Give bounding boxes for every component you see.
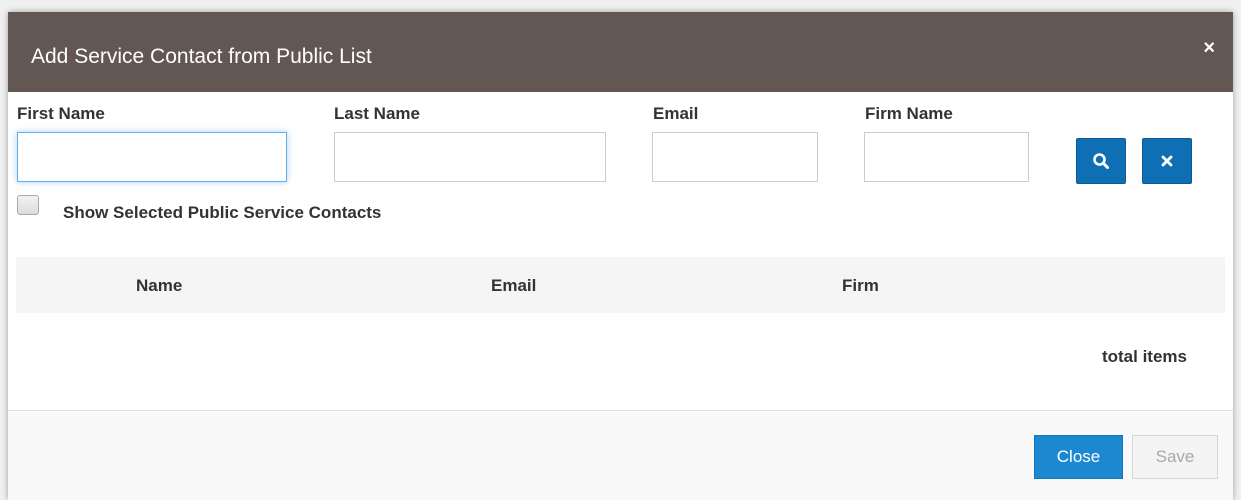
times-icon — [1161, 155, 1173, 167]
add-service-contact-modal: Add Service Contact from Public List × F… — [8, 12, 1233, 500]
firm-name-label: Firm Name — [865, 104, 953, 123]
firm-name-input[interactable] — [864, 132, 1029, 182]
total-items-label: total items — [1101, 347, 1187, 366]
search-button[interactable] — [1076, 138, 1126, 184]
close-button[interactable]: Close — [1034, 435, 1123, 479]
close-icon[interactable]: × — [1203, 38, 1215, 58]
email-label: Email — [653, 104, 699, 123]
email-input[interactable] — [652, 132, 818, 182]
show-selected-checkbox[interactable] — [17, 195, 39, 215]
clear-filters-button[interactable] — [1142, 138, 1192, 184]
column-header-email[interactable]: Email — [491, 276, 536, 296]
modal-title: Add Service Contact from Public List — [31, 45, 372, 68]
column-header-name[interactable]: Name — [136, 276, 182, 296]
modal-footer: Close Save — [8, 410, 1233, 500]
column-header-firm[interactable]: Firm — [842, 276, 879, 296]
last-name-label: Last Name — [334, 104, 420, 123]
search-icon — [1093, 153, 1109, 169]
first-name-input[interactable] — [17, 132, 287, 182]
save-button[interactable]: Save — [1132, 435, 1218, 479]
last-name-input[interactable] — [334, 132, 606, 182]
results-table-header: Name Email Firm — [16, 257, 1225, 313]
modal-header: Add Service Contact from Public List × — [8, 12, 1233, 92]
show-selected-label: Show Selected Public Service Contacts — [63, 203, 382, 222]
first-name-label: First Name — [17, 104, 105, 123]
